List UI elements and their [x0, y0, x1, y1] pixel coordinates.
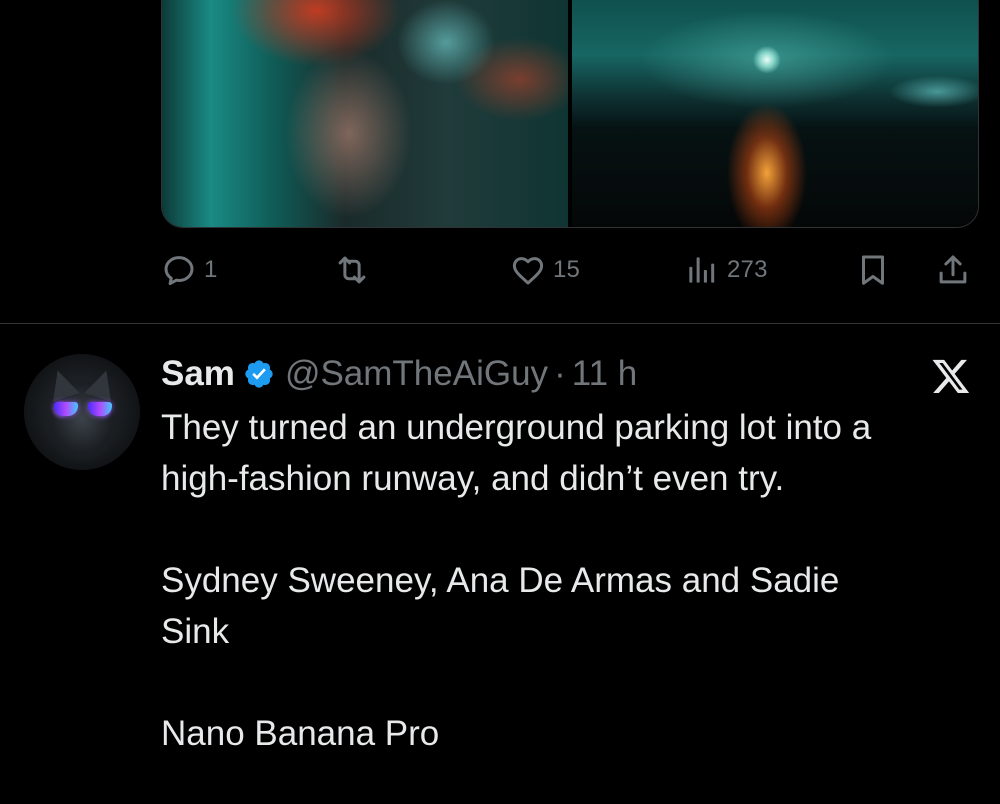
tweet-action-bar: 1 15 273	[0, 247, 1000, 293]
tweet-text-blank-line	[161, 657, 991, 708]
tweet-header: Sam @SamTheAiGuy · 11 h	[161, 352, 637, 396]
like-count: 15	[553, 256, 581, 283]
avatar-ear-right	[84, 366, 120, 402]
media-grid	[161, 0, 979, 228]
x-logo-icon	[932, 359, 970, 393]
bookmark-button[interactable]	[854, 247, 892, 293]
author-name[interactable]: Sam	[161, 354, 235, 394]
tweet-divider	[0, 323, 1000, 324]
share-icon	[939, 255, 967, 284]
author-handle[interactable]: @SamTheAiGuy	[285, 354, 548, 394]
bookmark-icon	[861, 255, 885, 285]
tweet-text: They turned an underground parking lot i…	[161, 402, 991, 759]
views-icon	[689, 257, 715, 283]
tweet-timestamp[interactable]: 11 h	[572, 354, 638, 394]
avatar-sunglasses	[54, 402, 112, 418]
tweet-text-line: Sydney Sweeney, Ana De Armas and Sadie	[161, 561, 840, 600]
media-photo-2[interactable]	[572, 0, 978, 227]
views-button[interactable]: 273	[683, 247, 768, 293]
retweet-icon	[338, 256, 366, 284]
share-button[interactable]	[934, 247, 972, 293]
reply-icon	[164, 256, 194, 286]
view-count: 273	[727, 256, 768, 283]
tweet-text-line: Sink	[161, 612, 230, 651]
reply-button[interactable]: 1	[160, 247, 218, 293]
like-button[interactable]: 15	[509, 247, 580, 293]
header-separator: ·	[554, 354, 566, 393]
retweet-button[interactable]	[333, 247, 377, 293]
tweet-text-line: They turned an underground parking lot i…	[161, 408, 872, 447]
media-photo-1[interactable]	[162, 0, 568, 227]
tweet-text-line: high-fashion runway, and didn’t even try…	[161, 459, 785, 498]
tweet-text-blank-line	[161, 504, 991, 555]
verified-badge-icon	[245, 360, 273, 388]
avatar[interactable]	[24, 354, 140, 470]
reply-count: 1	[204, 256, 218, 283]
tweet-text-line: Nano Banana Pro	[161, 714, 440, 753]
avatar-ear-left	[44, 366, 80, 402]
like-icon	[512, 257, 544, 285]
